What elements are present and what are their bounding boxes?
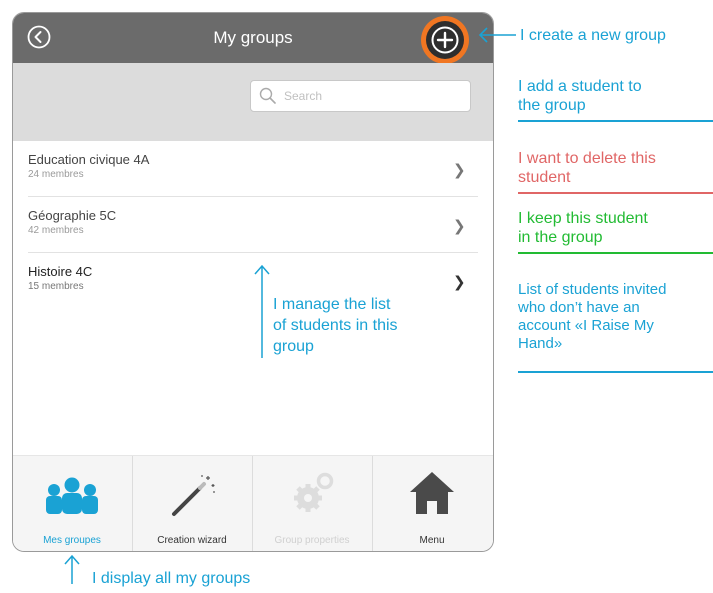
annotation-keep-1: I keep this student [518, 210, 648, 227]
annotation-create-group: I create a new group [520, 27, 666, 44]
tab-creation-wizard[interactable]: Creation wizard [133, 456, 251, 551]
annotation-display-all: I display all my groups [92, 570, 251, 587]
tab-group-properties[interactable]: Group properties [253, 456, 371, 551]
annotation-manage-2: of students in this [273, 317, 398, 334]
group-members: 24 membres [28, 169, 84, 180]
group-members: 42 membres [28, 225, 84, 236]
search-input[interactable]: Search [250, 80, 471, 112]
tab-mes-groupes[interactable]: Mes groupes [13, 456, 131, 551]
search-placeholder: Search [284, 89, 323, 103]
gears-icon [294, 472, 334, 512]
chevron-right-icon: ❯ [453, 162, 466, 179]
annotation-underline [518, 252, 713, 254]
add-group-button[interactable] [421, 16, 469, 64]
group-row[interactable]: Education civique 4A 24 membres ❯ [13, 141, 493, 196]
search-icon [259, 87, 276, 104]
tab-label: Creation wizard [157, 535, 227, 546]
tab-label: Menu [419, 535, 445, 546]
magic-wand-icon [172, 475, 215, 516]
chevron-right-icon: ❯ [453, 274, 466, 291]
annotation-manage-3: group [273, 338, 314, 355]
tab-label: Mes groupes [43, 535, 101, 546]
annotation-invited-2: who don’t have an [518, 299, 640, 316]
annotation-delete-1: I want to delete this [518, 150, 656, 167]
left-arrow-icon [478, 27, 516, 43]
back-button[interactable] [27, 25, 51, 49]
search-bar: Search [13, 63, 493, 141]
annotation-add-student-1: I add a student to [518, 78, 642, 95]
group-members: 15 membres [28, 281, 84, 292]
plus-icon [431, 26, 459, 54]
group-name: Histoire 4C [28, 264, 93, 279]
chevron-right-icon: ❯ [453, 218, 466, 235]
up-arrow-icon [64, 554, 80, 584]
annotation-underline [518, 120, 713, 122]
group-icon [46, 477, 98, 514]
nav-bar: My groups [13, 13, 493, 64]
group-name: Géographie 5C [28, 208, 117, 223]
home-icon [410, 472, 454, 514]
group-row[interactable]: Géographie 5C 42 membres ❯ [13, 197, 493, 252]
annotation-underline [518, 371, 713, 373]
annotation-invited-4: Hand» [518, 335, 563, 352]
annotation-manage-1: I manage the list [273, 296, 391, 313]
annotation-underline [518, 192, 713, 194]
up-arrow-icon [254, 264, 270, 358]
tab-menu[interactable]: Menu [373, 456, 491, 551]
tab-label: Group properties [274, 535, 350, 546]
tab-bar: Mes groupes Creation wizard Group proper… [13, 455, 493, 551]
group-name: Education civique 4A [28, 152, 150, 167]
chevron-left-icon [27, 25, 51, 49]
annotation-delete-2: student [518, 169, 571, 186]
annotation-keep-2: in the group [518, 229, 603, 246]
annotation-add-student-2: the group [518, 97, 586, 114]
annotation-invited-1: List of students invited [518, 281, 667, 298]
annotation-invited-3: account «I Raise My [518, 317, 654, 334]
